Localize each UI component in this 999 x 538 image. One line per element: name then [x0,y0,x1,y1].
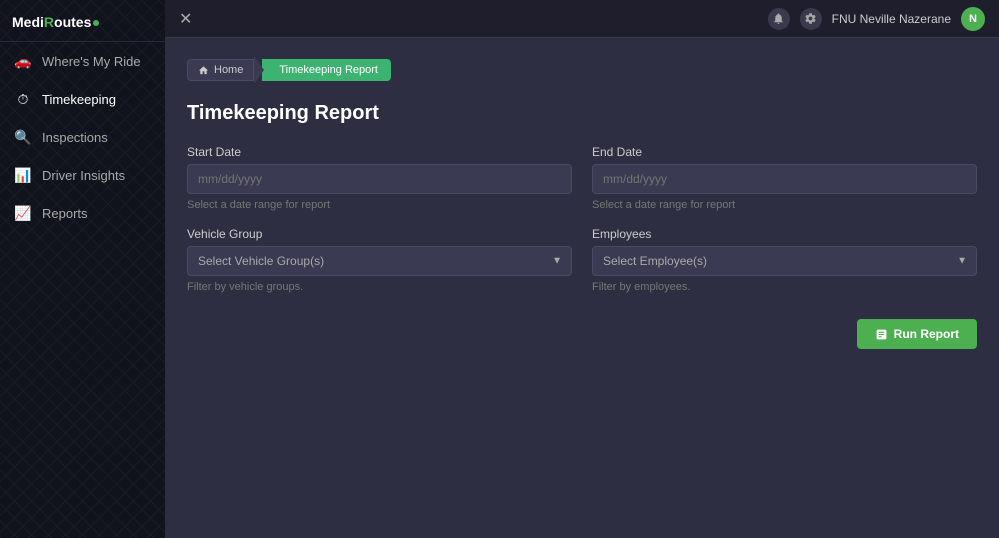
close-button[interactable]: ✕ [179,9,192,29]
vehicle-group-hint: Filter by vehicle groups. [187,281,572,293]
employees-select[interactable]: Select Employee(s) [592,246,977,276]
run-report-button[interactable]: Run Report [857,319,977,349]
start-date-group: Start Date Select a date range for repor… [187,145,572,211]
breadcrumb-separator [254,56,264,84]
logo-area: MediRoutes [0,0,165,42]
vehicle-group-wrapper: Select Vehicle Group(s) ▼ [187,246,572,276]
end-date-hint: Select a date range for report [592,199,977,211]
breadcrumb: Home Timekeeping Report [187,56,977,84]
username-label: FNU Neville Nazerane [832,12,951,26]
end-date-group: End Date Select a date range for report [592,145,977,211]
main-area: ✕ FNU Neville Nazerane N Home Timekeepin… [165,0,999,538]
vehicle-group-label: Vehicle Group [187,227,572,241]
sidebar-item-inspections[interactable]: 🔍 Inspections [0,118,165,156]
sidebar-item-reports[interactable]: 📈 Reports [0,194,165,232]
sidebar-item-label: Reports [42,206,88,221]
topbar: ✕ FNU Neville Nazerane N [165,0,999,38]
vehicle-group-group: Vehicle Group Select Vehicle Group(s) ▼ … [187,227,572,293]
page-title: Timekeeping Report [187,102,977,125]
sidebar-item-label: Driver Insights [42,168,125,183]
car-icon: 🚗 [14,52,32,70]
date-row: Start Date Select a date range for repor… [187,145,977,211]
start-date-input[interactable] [187,164,572,194]
sidebar-item-label: Inspections [42,130,108,145]
start-date-hint: Select a date range for report [187,199,572,211]
sidebar: MediRoutes 🚗 Where's My Ride ⏱ Timekeepi… [0,0,165,538]
breadcrumb-current: Timekeeping Report [262,59,391,81]
sidebar-item-timekeeping[interactable]: ⏱ Timekeeping [0,80,165,118]
sidebar-item-driver-insights[interactable]: 📊 Driver Insights [0,156,165,194]
topbar-right: FNU Neville Nazerane N [768,7,985,31]
settings-icon[interactable] [800,8,822,30]
actions-row: Run Report [187,309,977,349]
app-logo: MediRoutes [12,14,99,30]
filter-row: Vehicle Group Select Vehicle Group(s) ▼ … [187,227,977,293]
reports-icon: 📈 [14,204,32,222]
breadcrumb-home[interactable]: Home [187,59,254,81]
vehicle-group-select[interactable]: Select Vehicle Group(s) [187,246,572,276]
employees-wrapper: Select Employee(s) ▼ [592,246,977,276]
start-date-label: Start Date [187,145,572,159]
employees-group: Employees Select Employee(s) ▼ Filter by… [592,227,977,293]
chart-icon: 📊 [14,166,32,184]
end-date-label: End Date [592,145,977,159]
employees-hint: Filter by employees. [592,281,977,293]
employees-label: Employees [592,227,977,241]
clock-icon: ⏱ [14,90,32,108]
sidebar-item-label: Timekeeping [42,92,116,107]
sidebar-item-wheres-my-ride[interactable]: 🚗 Where's My Ride [0,42,165,80]
inspect-icon: 🔍 [14,128,32,146]
sidebar-item-label: Where's My Ride [42,54,141,69]
user-avatar[interactable]: N [961,7,985,31]
notification-icon[interactable] [768,8,790,30]
topbar-left: ✕ [179,9,192,29]
content-area: Home Timekeeping Report Timekeeping Repo… [165,38,999,538]
end-date-input[interactable] [592,164,977,194]
